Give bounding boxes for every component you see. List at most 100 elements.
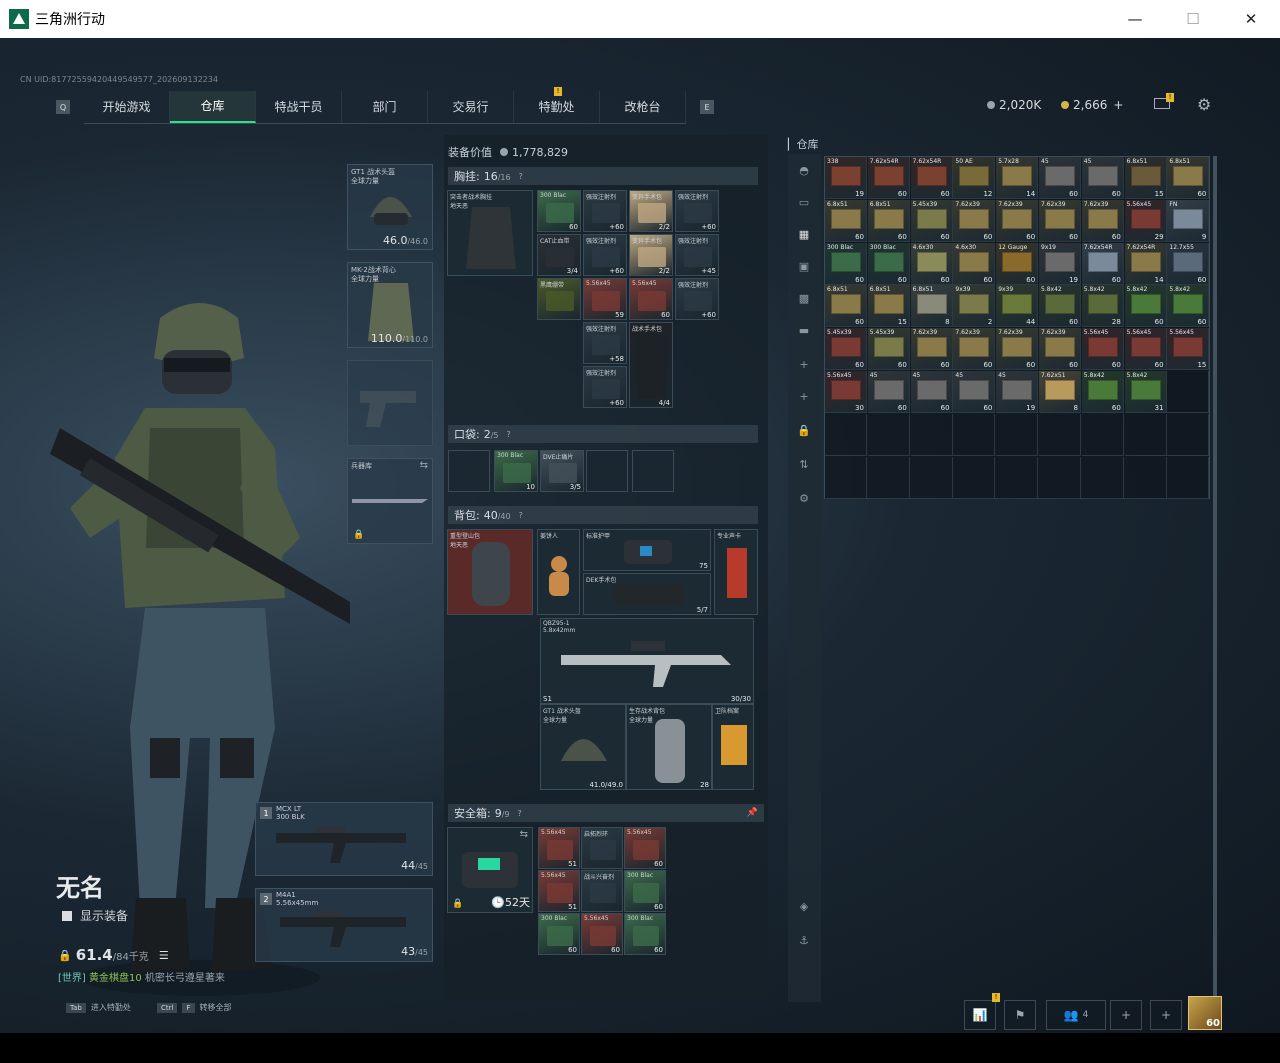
maximize-button[interactable]: ☐ xyxy=(1164,0,1222,38)
inventory-item[interactable]: 300 Blac 60 xyxy=(538,913,580,955)
gold-add-button[interactable]: + xyxy=(1113,98,1123,112)
pocket-slot-empty[interactable] xyxy=(632,450,674,492)
helmet-filter-icon[interactable]: ◓ xyxy=(794,164,814,180)
inventory-item[interactable]: 强效注射剂 +60 xyxy=(583,234,627,276)
layers-icon[interactable]: ◈ xyxy=(794,900,814,916)
stash-item[interactable]: 9x39 44 xyxy=(996,285,1039,328)
stash-item[interactable]: 300 Blac 60 xyxy=(867,242,910,285)
stash-item[interactable]: 5.56x45 29 xyxy=(1124,199,1167,242)
backpack-item[interactable]: GT1 战术头盔 全球力量 41.0/49.0 xyxy=(540,704,626,790)
stash-empty-cell[interactable] xyxy=(910,456,953,499)
stash-item[interactable]: 6.8x51 60 xyxy=(825,199,867,242)
stash-empty-cell[interactable] xyxy=(1167,413,1210,456)
stash-item[interactable]: 12 Gauge 60 xyxy=(996,242,1039,285)
stash-item[interactable]: 7.62x39 60 xyxy=(1039,199,1081,242)
inventory-item[interactable]: 5.56x45 59 xyxy=(583,278,627,320)
inventory-item[interactable]: 强效注射剂 +58 xyxy=(583,322,627,364)
stash-item[interactable]: 7.62x39 60 xyxy=(953,328,996,371)
stash-item[interactable]: 6.8x51 15 xyxy=(1124,157,1167,199)
pin-icon[interactable]: 📌 xyxy=(747,808,758,818)
stash-item[interactable]: 5.8x42 28 xyxy=(1081,285,1124,328)
stash-item[interactable]: 7.62x51 8 xyxy=(1039,371,1081,413)
silver-currency[interactable]: 2,020K xyxy=(987,98,1041,112)
stash-item[interactable]: 45 60 xyxy=(867,371,910,413)
inventory-item[interactable]: 5.56x45 60 xyxy=(629,278,673,320)
nav-next-key[interactable]: E xyxy=(700,100,714,114)
stash-item[interactable]: 6.8x51 60 xyxy=(1167,157,1210,199)
hint-special-ops[interactable]: Tab 进入特勤处 xyxy=(66,1002,131,1013)
stash-empty-cell[interactable] xyxy=(1124,456,1167,499)
tab-5[interactable]: 特勤处! xyxy=(514,86,600,123)
anchor-icon[interactable]: ⚓ xyxy=(794,934,814,950)
stash-item[interactable]: 5.45x39 60 xyxy=(825,328,867,371)
backpack-item[interactable]: 生存战术背包 全球力量 28 xyxy=(626,704,712,790)
inventory-item[interactable]: 战斗兴奋剂 xyxy=(581,870,623,912)
stash-item[interactable]: 5.56x45 15 xyxy=(1167,328,1210,371)
stash-item[interactable]: 5.56x45 60 xyxy=(1081,328,1124,371)
stash-item[interactable]: 5.8x42 31 xyxy=(1124,371,1167,413)
stash-item[interactable]: 45 19 xyxy=(996,371,1039,413)
inventory-item[interactable]: 300 Blac 10 xyxy=(494,450,538,492)
stash-item[interactable]: 5.56x45 30 xyxy=(825,371,867,413)
gear-icon[interactable]: ⚙ xyxy=(794,492,814,508)
stash-item[interactable]: 50 AE 12 xyxy=(953,157,996,199)
stash-empty-cell[interactable] xyxy=(953,413,996,456)
inventory-item[interactable]: 5.56x45 51 xyxy=(538,870,580,912)
stash-empty-cell[interactable] xyxy=(1167,371,1210,413)
help-icon[interactable]: ? xyxy=(519,172,523,181)
crate-filter-icon[interactable]: ▩ xyxy=(794,292,814,308)
inventory-item[interactable]: 300 Blac 60 xyxy=(624,913,666,955)
stash-item[interactable]: 7.62x39 60 xyxy=(1039,328,1081,371)
help-icon[interactable]: ? xyxy=(519,511,523,520)
stash-empty-cell[interactable] xyxy=(1081,413,1124,456)
stash-item[interactable]: 5.45x39 60 xyxy=(910,199,953,242)
stash-item[interactable]: 45 60 xyxy=(1039,157,1081,199)
inventory-item[interactable]: 强效注射剂 +60 xyxy=(583,190,627,232)
stash-item[interactable]: 7.62x54R 14 xyxy=(1124,242,1167,285)
tab-3[interactable]: 部门 xyxy=(342,90,428,123)
stash-item[interactable]: 5.8x42 60 xyxy=(1124,285,1167,328)
gold-currency[interactable]: 2,666 + xyxy=(1061,98,1123,112)
safebox-slot[interactable]: ⇆ 🔒 🕒52天 xyxy=(447,827,533,913)
stash-item[interactable]: 12.7x55 60 xyxy=(1167,242,1210,285)
inventory-item[interactable]: 变异手术包 2/2 xyxy=(629,234,673,276)
pocket-slot-empty[interactable] xyxy=(586,450,628,492)
stash-item[interactable]: 5.8x42 60 xyxy=(1167,285,1210,328)
stash-empty-cell[interactable] xyxy=(825,413,867,456)
stash-empty-cell[interactable] xyxy=(1167,456,1210,499)
inventory-item[interactable]: 5.56x45 51 xyxy=(538,827,580,869)
player-avatar[interactable]: 60 xyxy=(1188,996,1222,1030)
stash-empty-cell[interactable] xyxy=(1124,413,1167,456)
inventory-item[interactable]: 战术手术包 4/4 xyxy=(629,322,673,408)
backpack-item[interactable]: 标准护甲 75 xyxy=(583,529,711,571)
inventory-item[interactable]: 启拓烈环 xyxy=(581,827,623,869)
nav-prev-key[interactable]: Q xyxy=(56,100,70,114)
stash-item[interactable]: 45 60 xyxy=(910,371,953,413)
inventory-item[interactable]: DVE止痛片 3/5 xyxy=(540,450,584,492)
stash-item[interactable]: 4.6x30 60 xyxy=(953,242,996,285)
inventory-item[interactable]: 5.56x45 60 xyxy=(581,913,623,955)
stash-empty-cell[interactable] xyxy=(1039,456,1081,499)
tab-0[interactable]: 开始游戏 xyxy=(84,90,170,123)
pistol-slot[interactable] xyxy=(347,360,433,446)
help-icon[interactable]: ? xyxy=(507,430,511,439)
checkbox[interactable] xyxy=(62,910,72,921)
stash-item[interactable]: 338 19 xyxy=(825,157,867,199)
stash-item[interactable]: 7.62x54R 60 xyxy=(867,157,910,199)
stash-item[interactable]: 5.45x39 60 xyxy=(867,328,910,371)
tab-iv-icon[interactable]: ▦ xyxy=(794,228,814,244)
stash-item[interactable]: 5.8x42 60 xyxy=(1039,285,1081,328)
stash-item[interactable]: 9x39 2 xyxy=(953,285,996,328)
stash-item[interactable]: 6.8x51 60 xyxy=(825,285,867,328)
stash-empty-cell[interactable] xyxy=(825,456,867,499)
helmet-slot[interactable]: GT1 战术头盔 全球力量 46.0/46.0 xyxy=(347,164,433,250)
help-icon[interactable]: ? xyxy=(518,809,522,818)
inventory-item[interactable]: 300 Blac 60 xyxy=(537,190,581,232)
stash-item[interactable]: 45 60 xyxy=(953,371,996,413)
close-button[interactable]: ✕ xyxy=(1222,0,1280,38)
armor-slot[interactable]: MK-2战术背心 全球力量 110.0/110.0 xyxy=(347,262,433,348)
stash-scrollbar[interactable] xyxy=(1213,156,1217,1001)
stash-empty-cell[interactable] xyxy=(867,456,910,499)
chest-rig-slot[interactable]: 突击者战术胸挂 地天恶 xyxy=(447,190,533,276)
backpack-item[interactable]: 卫队档案 xyxy=(712,704,754,790)
